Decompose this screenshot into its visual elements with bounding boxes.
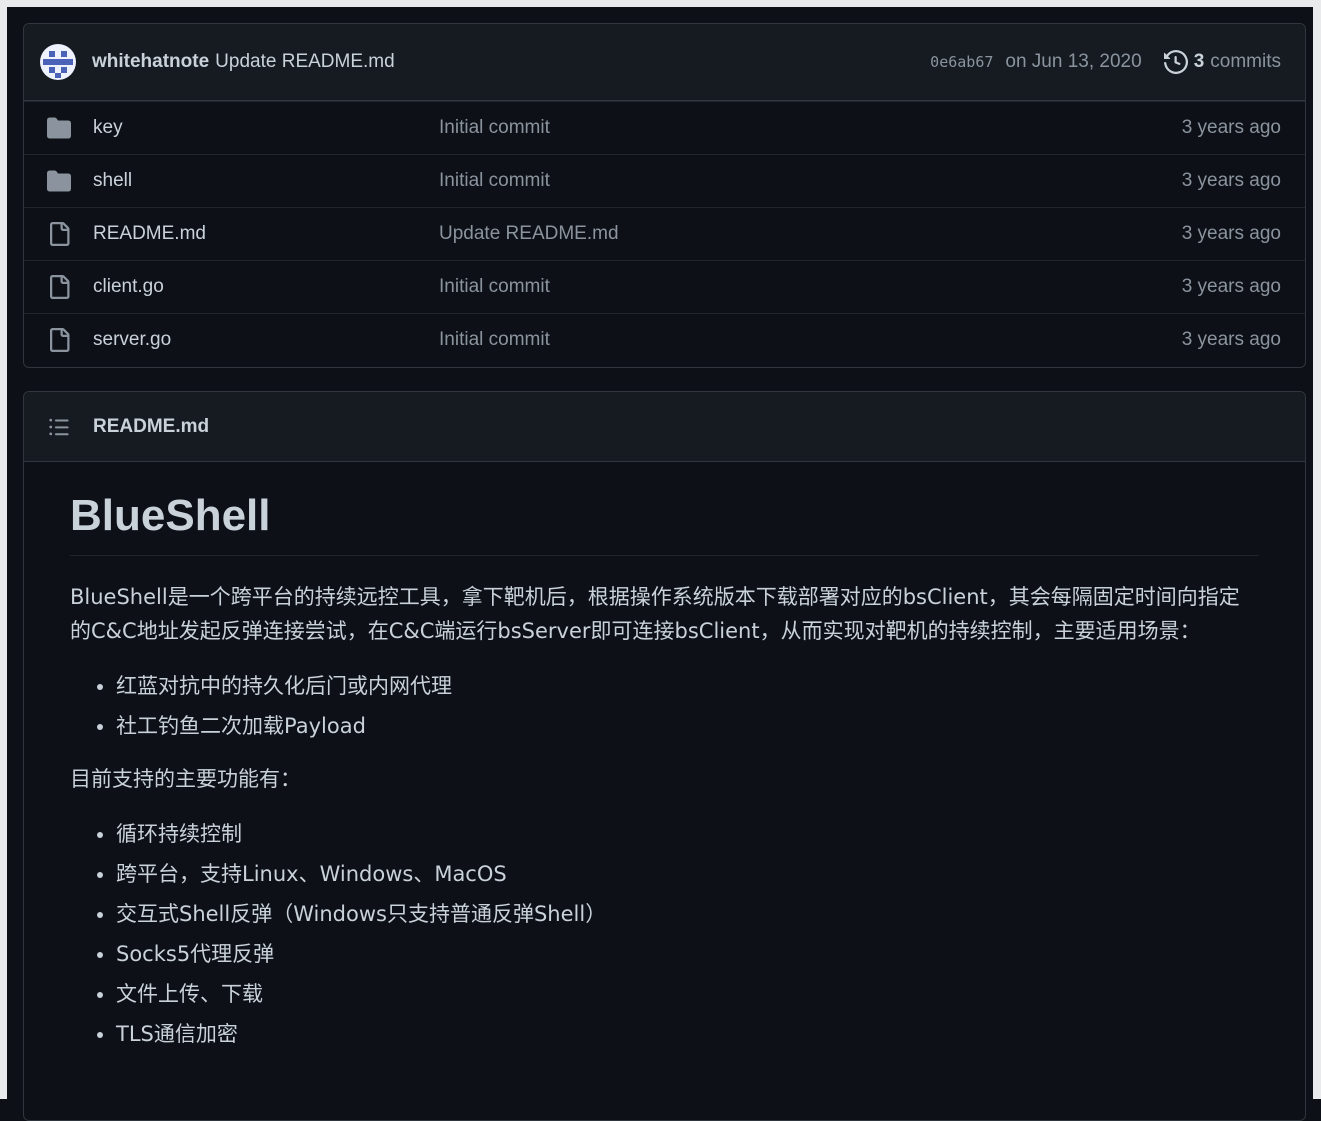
feature-list: 循环持续控制 跨平台，支持Linux、Windows、MacOS 交互式Shel… [70, 814, 1259, 1054]
file-commit-link[interactable]: Initial commit [439, 170, 550, 192]
commit-date: on Jun 13, 2020 [1005, 51, 1142, 72]
file-name-link[interactable]: client.go [93, 276, 439, 298]
window-edge-top [0, 0, 1321, 7]
file-commit-link[interactable]: Update README.md [439, 223, 619, 245]
file-commit-link[interactable]: Initial commit [439, 117, 550, 139]
readme-panel: README.md BlueShell BlueShell是一个跨平台的持续远控… [23, 391, 1306, 1121]
file-icon [50, 275, 70, 299]
readme-title: BlueShell [70, 490, 1259, 556]
file-row-server-go[interactable]: server.go Initial commit 3 years ago [24, 313, 1305, 366]
list-item: 交互式Shell反弹（Windows只支持普通反弹Shell） [116, 894, 1259, 934]
commit-sha-link[interactable]: 0e6ab67 [930, 53, 993, 71]
list-item: 社工钓鱼二次加载Payload [116, 706, 1259, 746]
history-icon[interactable] [1163, 50, 1188, 74]
list-item: 循环持续控制 [116, 814, 1259, 854]
list-item: Socks5代理反弹 [116, 934, 1259, 974]
file-name-link[interactable]: server.go [93, 329, 439, 351]
file-age: 3 years ago [1181, 329, 1281, 350]
file-row-readme[interactable]: README.md Update README.md 3 years ago [24, 207, 1305, 260]
readme-intro-paragraph: BlueShell是一个跨平台的持续远控工具，拿下靶机后，根据操作系统版本下载部… [70, 584, 1240, 643]
file-row-client-go[interactable]: client.go Initial commit 3 years ago [24, 260, 1305, 313]
readme-filename-link[interactable]: README.md [93, 416, 209, 438]
file-browser: whitehatnote Update README.md 0e6ab67 on… [23, 23, 1306, 368]
file-commit-link[interactable]: Initial commit [439, 329, 550, 351]
features-heading: 目前支持的主要功能有： [70, 766, 301, 791]
file-icon [50, 328, 70, 352]
file-age: 3 years ago [1181, 223, 1281, 244]
readme-header: README.md [24, 392, 1305, 462]
folder-icon [47, 170, 71, 192]
file-name-link[interactable]: README.md [93, 223, 439, 245]
file-name-link[interactable]: shell [93, 170, 439, 192]
folder-icon [47, 117, 71, 139]
file-age: 3 years ago [1181, 170, 1281, 191]
readme-content: BlueShell BlueShell是一个跨平台的持续远控工具，拿下靶机后，根… [24, 462, 1305, 1054]
commit-message-link[interactable]: Update README.md [215, 51, 395, 73]
file-row-shell[interactable]: shell Initial commit 3 years ago [24, 154, 1305, 207]
scenario-list: 红蓝对抗中的持久化后门或内网代理 社工钓鱼二次加载Payload [70, 666, 1259, 746]
file-age: 3 years ago [1181, 117, 1281, 138]
list-item: 跨平台，支持Linux、Windows、MacOS [116, 854, 1259, 894]
commit-author-link[interactable]: whitehatnote [92, 51, 209, 73]
list-item: 文件上传、下载 [116, 974, 1259, 1014]
file-icon [50, 222, 70, 246]
page: whitehatnote Update README.md 0e6ab67 on… [0, 0, 1321, 1121]
list-item: 红蓝对抗中的持久化后门或内网代理 [116, 666, 1259, 706]
commit-count-label[interactable]: commits [1210, 51, 1281, 73]
commit-count[interactable]: 3 [1194, 51, 1205, 73]
file-age: 3 years ago [1181, 276, 1281, 297]
file-row-key[interactable]: key Initial commit 3 years ago [24, 101, 1305, 154]
file-commit-link[interactable]: Initial commit [439, 276, 550, 298]
list-unordered-icon[interactable] [48, 416, 70, 438]
file-name-link[interactable]: key [93, 117, 439, 139]
window-edge-left [0, 0, 7, 1099]
window-edge-right [1313, 0, 1321, 1099]
list-item: TLS通信加密 [116, 1014, 1259, 1054]
latest-commit-bar: whitehatnote Update README.md 0e6ab67 on… [24, 24, 1305, 101]
author-avatar[interactable] [40, 44, 76, 80]
